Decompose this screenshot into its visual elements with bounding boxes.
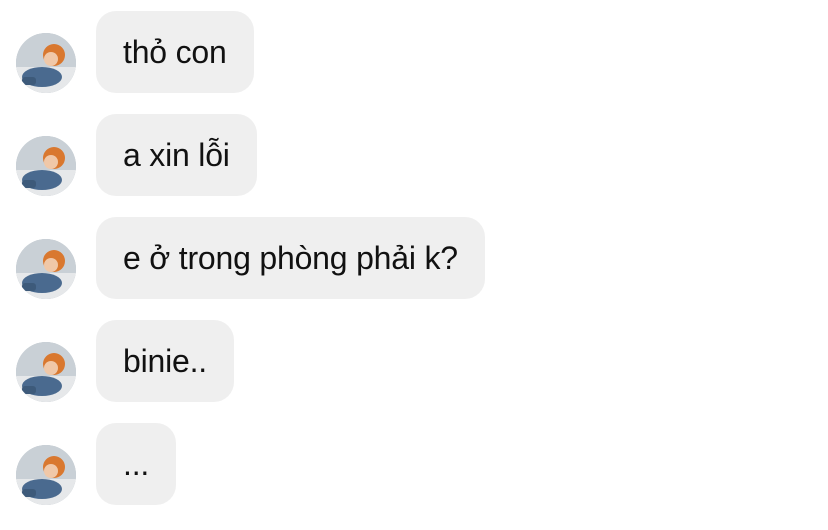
sender-avatar[interactable] (16, 239, 76, 299)
avatar-photo-icon (16, 136, 76, 196)
message-row: ... (0, 423, 828, 507)
avatar-photo-icon (16, 445, 76, 505)
sender-avatar[interactable] (16, 136, 76, 196)
sender-avatar[interactable] (16, 33, 76, 93)
avatar-photo-icon (16, 342, 76, 402)
message-text: a xin lỗi (123, 137, 230, 173)
message-bubble[interactable]: binie.. (96, 320, 234, 402)
sender-avatar[interactable] (16, 342, 76, 402)
message-bubble[interactable]: e ở trong phòng phải k? (96, 217, 485, 299)
message-text: ... (123, 446, 150, 482)
message-text: binie.. (123, 343, 207, 379)
avatar-photo-icon (16, 33, 76, 93)
avatar-photo-icon (16, 239, 76, 299)
message-row: e ở trong phòng phải k? (0, 217, 828, 301)
message-bubble[interactable]: thỏ con (96, 11, 254, 93)
message-row: a xin lỗi (0, 114, 828, 198)
message-row: binie.. (0, 320, 828, 404)
message-text: e ở trong phòng phải k? (123, 240, 458, 276)
message-bubble[interactable]: a xin lỗi (96, 114, 257, 196)
message-text: thỏ con (123, 34, 227, 70)
message-thread: thỏ con a xin lỗi e ở trong phòng phải k… (0, 0, 828, 530)
sender-avatar[interactable] (16, 445, 76, 505)
message-bubble[interactable]: ... (96, 423, 177, 505)
message-row: thỏ con (0, 11, 828, 95)
